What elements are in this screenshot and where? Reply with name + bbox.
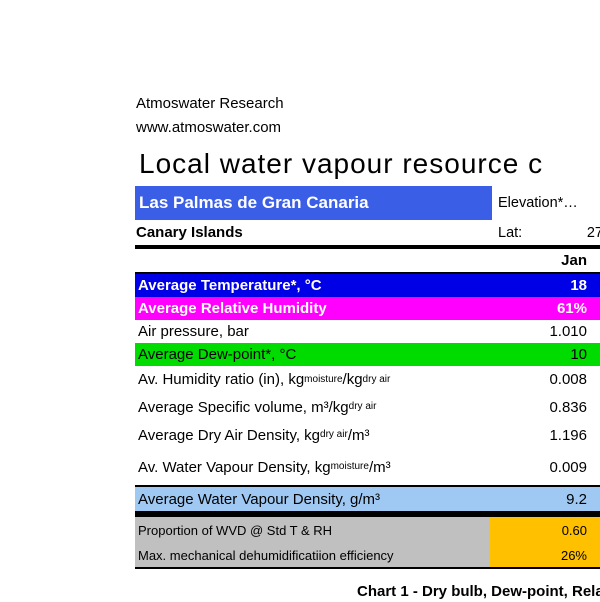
location-header-row: Las Palmas de Gran Canaria Elevation*… (135, 186, 600, 220)
metric-value-cell[interactable]: 1.196 (490, 421, 600, 449)
chart-caption: Chart 1 - Dry bulb, Dew-point, Relative (357, 583, 600, 600)
latitude-cell[interactable]: Lat: 27 (492, 220, 600, 245)
metric-row: Av. Water Vapour Density, kgmoisture/m³0… (135, 449, 600, 485)
metric-value-cell[interactable]: 18 (490, 274, 600, 297)
metric-label-cell[interactable]: Average Dew-point*, °C (135, 343, 490, 366)
metric-label-cell[interactable]: Average Relative Humidity (135, 297, 490, 320)
metric-label-cell[interactable]: Average Dry Air Density, kgdry air/m³ (135, 421, 490, 449)
latitude-value: 27 (522, 225, 600, 241)
metric-row: Average Water Vapour Density, g/m³9.2 (135, 485, 600, 517)
metric-row: Average Specific volume, m³/kgdry air0.8… (135, 393, 600, 421)
month-header-jan[interactable]: Jan (490, 252, 600, 269)
latitude-label: Lat: (498, 225, 522, 241)
org-name: Atmoswater Research (136, 95, 600, 112)
metric-row: Proportion of WVD @ Std T & RH0.60 (135, 517, 600, 543)
worksheet: Atmoswater Research www.atmoswater.com L… (135, 95, 600, 600)
metric-row: Air pressure, bar1.010 (135, 320, 600, 343)
elevation-cell[interactable]: Elevation*… (492, 186, 600, 220)
metric-label-cell[interactable]: Average Temperature*, °C (135, 274, 490, 297)
metric-row: Average Dry Air Density, kgdry air/m³1.1… (135, 421, 600, 449)
month-header-row: Jan (135, 249, 600, 274)
metric-row: Average Temperature*, °C18 (135, 274, 600, 297)
metric-label-cell[interactable]: Av. Water Vapour Density, kgmoisture/m³ (135, 449, 490, 485)
metric-value-cell[interactable]: 1.010 (490, 320, 600, 343)
metric-label-cell[interactable]: Average Specific volume, m³/kgdry air (135, 393, 490, 421)
metric-value-cell[interactable]: 10 (490, 343, 600, 366)
spreadsheet-view: { "header": { "org_name": "Atmoswater Re… (0, 0, 600, 602)
metric-label-cell[interactable]: Av. Humidity ratio (in), kgmoisture/kgdr… (135, 366, 490, 393)
metric-label-cell[interactable]: Air pressure, bar (135, 320, 490, 343)
org-url: www.atmoswater.com (136, 119, 600, 136)
location-subheader-row: Canary Islands Lat: 27 (135, 220, 600, 245)
metric-value-cell[interactable]: 61% (490, 297, 600, 320)
metric-label-cell[interactable]: Max. mechanical dehumidificatiion effici… (135, 543, 490, 567)
metric-row: Average Dew-point*, °C10 (135, 343, 600, 366)
metric-row: Max. mechanical dehumidificatiion effici… (135, 543, 600, 569)
metric-row: Average Relative Humidity61% (135, 297, 600, 320)
city-cell[interactable]: Las Palmas de Gran Canaria (135, 186, 492, 220)
metric-label-cell[interactable]: Proportion of WVD @ Std T & RH (135, 517, 490, 543)
metric-value-cell[interactable]: 0.009 (490, 449, 600, 485)
metrics-table: Average Temperature*, °C18Average Relati… (135, 274, 600, 569)
metric-value-cell[interactable]: 0.60 (490, 517, 600, 543)
metric-value-cell[interactable]: 9.2 (490, 487, 600, 511)
metric-row: Av. Humidity ratio (in), kgmoisture/kgdr… (135, 366, 600, 393)
region-cell[interactable]: Canary Islands (135, 220, 492, 245)
metric-label-cell[interactable]: Average Water Vapour Density, g/m³ (135, 487, 490, 511)
metric-value-cell[interactable]: 0.008 (490, 366, 600, 393)
metric-value-cell[interactable]: 26% (490, 543, 600, 567)
metric-value-cell[interactable]: 0.836 (490, 393, 600, 421)
report-title: Local water vapour resource c (139, 148, 600, 180)
